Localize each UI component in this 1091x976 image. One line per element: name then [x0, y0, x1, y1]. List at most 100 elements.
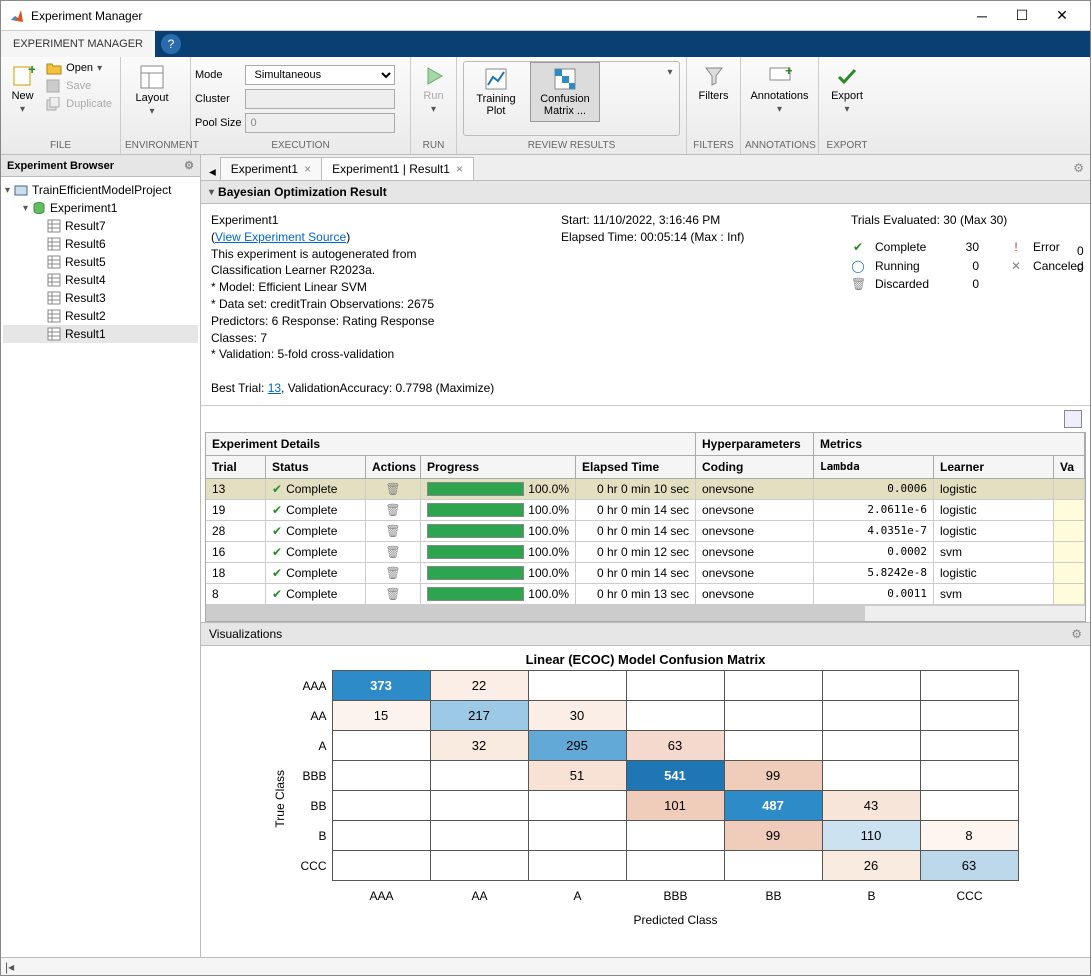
duplicate-label: Duplicate	[66, 98, 112, 110]
cm-cell: 15	[332, 700, 431, 731]
exec-group-label: EXECUTION	[195, 138, 406, 154]
cm-cell	[332, 760, 431, 791]
new-label: New	[12, 90, 34, 102]
mode-select[interactable]: Simultaneous	[245, 65, 395, 85]
close-icon[interactable]: ×	[304, 162, 311, 176]
best-trial-link[interactable]: 13	[268, 381, 281, 395]
col-lambda[interactable]: Lambda	[814, 456, 934, 479]
tree-result[interactable]: Result1	[3, 325, 198, 343]
cm-cell	[332, 850, 431, 881]
dropdown-icon: ▾	[97, 63, 102, 74]
experiment-name: Experiment1	[211, 212, 531, 229]
result-desc2: Classification Learner R2023a.	[211, 262, 531, 279]
trash-icon[interactable]: 🗑	[385, 545, 400, 559]
table-row[interactable]: 13✔ Complete🗑100.0%0 hr 0 min 10 seconev…	[206, 479, 1085, 500]
close-button[interactable]: ✕	[1042, 2, 1082, 30]
tree-experiment[interactable]: ▾Experiment1	[3, 199, 198, 217]
table-tools	[201, 406, 1090, 432]
tab-experiment1[interactable]: Experiment1×	[220, 157, 322, 180]
window-title: Experiment Manager	[31, 9, 962, 23]
result-predictors: Predictors: 6 Response: Rating Response	[211, 313, 531, 330]
col-coding[interactable]: Coding	[696, 456, 814, 479]
cm-cell	[430, 790, 529, 821]
cm-cell: 43	[822, 790, 921, 821]
maximize-button[interactable]: ☐	[1002, 2, 1042, 30]
filters-group-label: FILTERS	[691, 138, 736, 154]
tree-result[interactable]: Result3	[3, 289, 198, 307]
export-group-label: EXPORT	[823, 138, 871, 154]
col-actions[interactable]: Actions	[366, 456, 421, 479]
columns-button[interactable]	[1064, 410, 1082, 428]
layout-button[interactable]: Layout ▾	[125, 59, 179, 122]
trash-icon[interactable]: 🗑	[385, 503, 400, 517]
annotations-button[interactable]: + Annotations ▾	[745, 59, 814, 120]
training-plot-label: Training Plot	[467, 93, 525, 117]
tree-result[interactable]: Result6	[3, 235, 198, 253]
experiment-tree[interactable]: ▾TrainEfficientModelProject▾Experiment1R…	[1, 177, 200, 347]
table-row[interactable]: 18✔ Complete🗑100.0%0 hr 0 min 14 seconev…	[206, 563, 1085, 584]
result-desc1: This experiment is autogenerated from	[211, 246, 531, 263]
tree-result[interactable]: Result7	[3, 217, 198, 235]
filters-button[interactable]: Filters	[691, 59, 736, 107]
layout-label: Layout	[135, 92, 168, 104]
new-button[interactable]: + New ▾	[5, 59, 40, 120]
cm-cell	[920, 790, 1019, 821]
close-icon[interactable]: ×	[456, 162, 463, 176]
tab-experiment-manager[interactable]: EXPERIMENT MANAGER	[1, 31, 155, 57]
tab-experiment1-result1[interactable]: Experiment1 | Result1×	[321, 157, 474, 180]
result-header[interactable]: ▾Bayesian Optimization Result	[201, 181, 1090, 204]
training-plot-button[interactable]: Training Plot	[464, 62, 528, 122]
save-label: Save	[66, 80, 91, 92]
trash-icon[interactable]: 🗑	[385, 524, 400, 538]
statusbar-handle-icon[interactable]: |◂	[5, 960, 14, 974]
open-button[interactable]: Open ▾	[42, 59, 116, 77]
tabs-prev-button[interactable]: ◂	[205, 164, 220, 180]
tree-result[interactable]: Result5	[3, 253, 198, 271]
table-row[interactable]: 28✔ Complete🗑100.0%0 hr 0 min 14 seconev…	[206, 521, 1085, 542]
gear-icon[interactable]: ⚙	[184, 159, 194, 172]
gear-icon[interactable]: ⚙	[1073, 161, 1084, 175]
tree-project[interactable]: ▾TrainEfficientModelProject	[3, 181, 198, 199]
col-elapsed[interactable]: Elapsed Time	[576, 456, 696, 479]
new-icon: +	[11, 64, 35, 88]
col-trial[interactable]: Trial	[206, 456, 266, 479]
cm-row-header: B	[293, 821, 333, 851]
visualization-area: Linear (ECOC) Model Confusion Matrix Tru…	[201, 646, 1090, 957]
col-learner[interactable]: Learner	[934, 456, 1054, 479]
table-row[interactable]: 8✔ Complete🗑100.0%0 hr 0 min 13 seconevs…	[206, 584, 1085, 605]
cm-cell: 110	[822, 820, 921, 851]
cm-cell: 541	[626, 760, 725, 791]
confusion-matrix-button[interactable]: ConfusionMatrix ...	[530, 62, 600, 122]
file-group-label: FILE	[5, 138, 116, 154]
run-label: Run	[423, 90, 443, 102]
col-progress[interactable]: Progress	[421, 456, 576, 479]
trash-icon[interactable]: 🗑	[385, 566, 400, 580]
cm-row-header: AAA	[293, 671, 333, 701]
save-button: Save	[42, 77, 116, 95]
cm-cell	[626, 670, 725, 701]
export-button[interactable]: Export ▾	[823, 59, 871, 120]
layout-icon	[139, 64, 165, 90]
view-experiment-source-link[interactable]: View Experiment Source	[215, 230, 346, 244]
experiment-browser-title: Experiment Browser⚙	[1, 155, 200, 177]
horizontal-scrollbar[interactable]	[206, 605, 1085, 621]
cm-cell: 26	[822, 850, 921, 881]
help-icon[interactable]: ?	[161, 34, 181, 54]
dropdown-icon: ▾	[431, 104, 436, 115]
annotations-label: Annotations	[750, 90, 808, 102]
tree-result[interactable]: Result4	[3, 271, 198, 289]
table-row[interactable]: 19✔ Complete🗑100.0%0 hr 0 min 14 seconev…	[206, 500, 1085, 521]
col-va[interactable]: Va	[1054, 456, 1085, 479]
cm-cell	[724, 700, 823, 731]
minimize-button[interactable]: ─	[962, 2, 1002, 30]
trash-icon[interactable]: 🗑	[385, 587, 400, 601]
col-status[interactable]: Status	[266, 456, 366, 479]
trash-icon[interactable]: 🗑	[385, 482, 400, 496]
table-row[interactable]: 16✔ Complete🗑100.0%0 hr 0 min 12 seconev…	[206, 542, 1085, 563]
result-validation: * Validation: 5-fold cross-validation	[211, 346, 531, 363]
review-more-button[interactable]: ▾	[661, 62, 679, 83]
cm-col-header: CCC	[921, 881, 1019, 911]
titlebar: Experiment Manager ─ ☐ ✕	[1, 1, 1090, 31]
gear-icon[interactable]: ⚙	[1071, 627, 1082, 641]
tree-result[interactable]: Result2	[3, 307, 198, 325]
